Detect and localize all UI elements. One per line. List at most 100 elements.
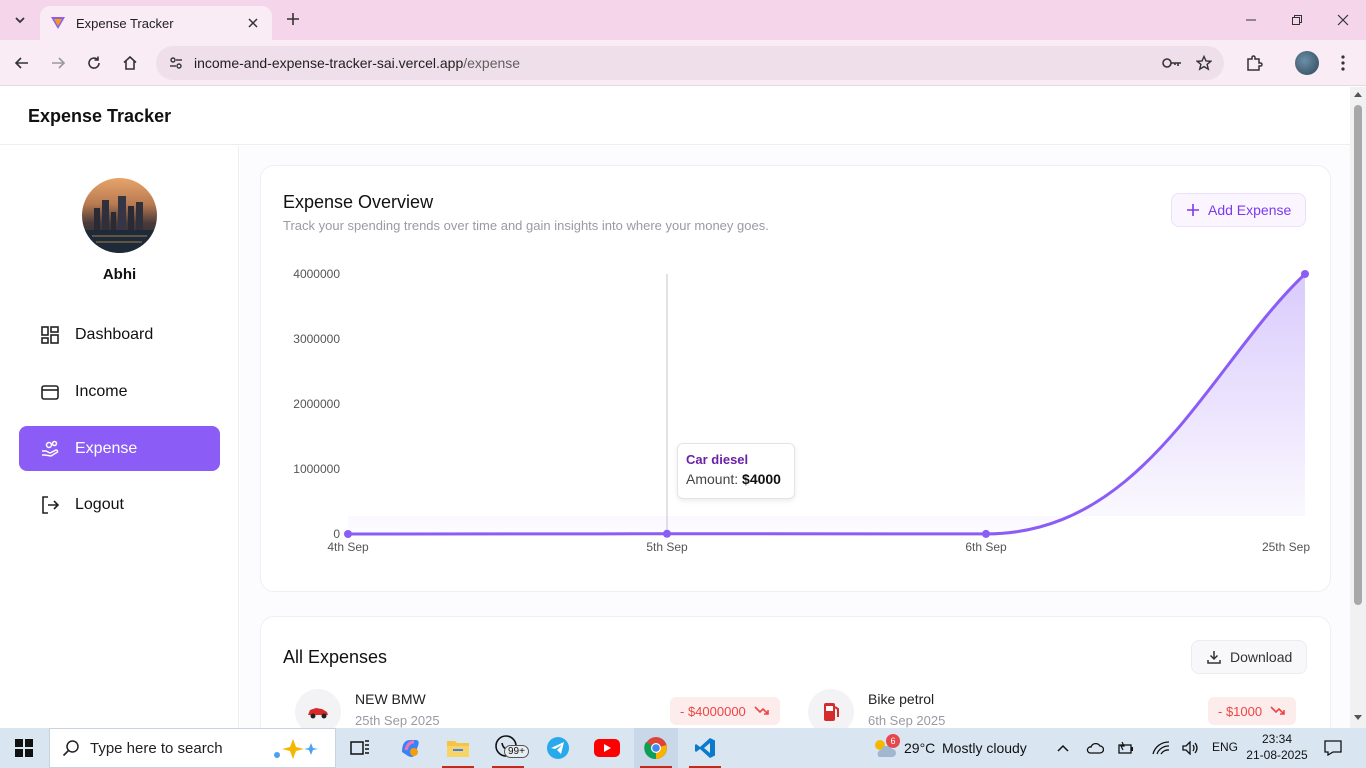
volume-icon xyxy=(1182,741,1198,755)
fuel-pump-icon xyxy=(808,689,854,728)
whatsapp-badge: 99+ xyxy=(504,745,529,758)
youtube-app[interactable] xyxy=(585,728,629,768)
reload-button[interactable] xyxy=(80,49,108,77)
tab-search-button[interactable] xyxy=(8,8,32,32)
all-expenses-title: All Expenses xyxy=(283,647,388,667)
telegram-app[interactable] xyxy=(536,728,580,768)
tray-overflow-button[interactable] xyxy=(1050,728,1076,768)
bookmark-star-icon[interactable] xyxy=(1194,53,1214,73)
telegram-icon xyxy=(547,737,569,759)
data-point[interactable] xyxy=(344,530,352,538)
x-tick-label: 6th Sep xyxy=(965,540,1007,554)
new-tab-button[interactable] xyxy=(282,8,304,30)
expense-item[interactable]: NEW BMW 25th Sep 2025 - $4000000 xyxy=(295,689,785,728)
app-title: Expense Tracker xyxy=(28,106,172,126)
task-view-button[interactable] xyxy=(338,728,382,768)
y-tick-label: 4000000 xyxy=(293,267,340,281)
onedrive-tray[interactable] xyxy=(1082,728,1108,768)
file-explorer-app[interactable] xyxy=(436,728,480,768)
expense-name: NEW BMW xyxy=(355,691,426,707)
download-button[interactable]: Download xyxy=(1191,640,1308,674)
sidebar-item-income[interactable]: Income xyxy=(19,369,220,414)
start-button[interactable] xyxy=(0,728,48,768)
browser-toolbar: income-and-expense-tracker-sai.vercel.ap… xyxy=(0,40,1366,86)
chevron-down-icon xyxy=(15,17,25,24)
restore-button[interactable] xyxy=(1274,0,1320,40)
wifi-icon xyxy=(1152,741,1170,755)
vscode-icon xyxy=(695,738,715,758)
search-highlight-icon xyxy=(274,739,318,759)
language-indicator[interactable]: ENG xyxy=(1212,740,1238,754)
weather-widget-icon[interactable]: 6 xyxy=(862,728,906,768)
weather-badge: 6 xyxy=(886,734,900,748)
clock[interactable]: 23:34 21-08-2025 xyxy=(1242,731,1312,763)
data-point[interactable] xyxy=(982,529,990,538)
taskbar-search-input[interactable]: Type here to search xyxy=(49,728,336,768)
browser-menu-button[interactable] xyxy=(1330,50,1356,76)
close-icon xyxy=(248,18,258,28)
expense-item[interactable]: Bike petrol 6th Sep 2025 - $1000 xyxy=(808,689,1298,728)
window-close-button[interactable] xyxy=(1320,0,1366,40)
chrome-app[interactable] xyxy=(634,728,678,768)
extensions-button[interactable] xyxy=(1241,50,1267,76)
tab-close-button[interactable] xyxy=(244,14,262,32)
copilot-icon xyxy=(402,740,419,757)
profile-avatar[interactable] xyxy=(1295,51,1319,75)
volume-tray[interactable] xyxy=(1178,728,1204,768)
y-tick-label: 3000000 xyxy=(293,332,340,346)
password-key-icon[interactable] xyxy=(1162,53,1182,73)
scroll-down-icon[interactable] xyxy=(1354,715,1362,721)
search-icon xyxy=(62,740,79,757)
tune-icon xyxy=(170,57,182,69)
notifications-button[interactable] xyxy=(1318,728,1348,768)
browser-tab-active[interactable]: Expense Tracker xyxy=(40,6,272,40)
clock-date: 21-08-2025 xyxy=(1246,748,1308,762)
browser-tab-strip: Expense Tracker xyxy=(0,0,1366,40)
wallet-icon xyxy=(39,381,61,403)
tooltip-amount: Amount: $4000 xyxy=(686,471,781,487)
sidebar: Abhi Dashboard Income Expense Logout xyxy=(0,146,239,728)
windows-logo-icon xyxy=(15,739,33,757)
data-point[interactable] xyxy=(1301,270,1309,278)
battery-tray[interactable] xyxy=(1114,728,1140,768)
scroll-up-icon[interactable] xyxy=(1354,91,1362,97)
home-button[interactable] xyxy=(116,49,144,77)
page-scrollbar[interactable] xyxy=(1350,87,1366,728)
search-placeholder: Type here to search xyxy=(90,739,223,757)
minimize-button[interactable] xyxy=(1228,0,1274,40)
chart-tooltip: Car diesel Amount: $4000 xyxy=(677,443,795,499)
logout-icon xyxy=(39,494,61,516)
tooltip-title: Car diesel xyxy=(686,452,749,467)
weather-temp[interactable]: 29°C xyxy=(904,740,935,756)
wifi-tray[interactable] xyxy=(1148,728,1174,768)
x-tick-label: 25th Sep xyxy=(1262,540,1310,554)
dashboard-icon xyxy=(39,324,61,346)
site-info-button[interactable] xyxy=(166,53,186,73)
all-expenses-card: All Expenses Download NEW BMW 25th Sep 2… xyxy=(260,616,1331,728)
forward-button[interactable] xyxy=(44,49,72,77)
sidebar-item-label: Dashboard xyxy=(75,325,154,343)
scroll-thumb[interactable] xyxy=(1354,105,1362,605)
sidebar-item-dashboard[interactable]: Dashboard xyxy=(19,312,220,357)
sidebar-item-label: Expense xyxy=(75,439,138,457)
download-icon xyxy=(1206,649,1222,665)
y-tick-label: 2000000 xyxy=(293,397,340,411)
windows-taskbar: Type here to search 99+ 6 29°C Mostly cl… xyxy=(0,728,1366,768)
address-bar[interactable]: income-and-expense-tracker-sai.vercel.ap… xyxy=(156,46,1224,80)
puzzle-icon xyxy=(1247,55,1263,71)
sidebar-item-expense[interactable]: Expense xyxy=(19,426,220,471)
trending-down-icon xyxy=(754,705,770,717)
back-button[interactable] xyxy=(8,49,36,77)
folder-icon xyxy=(447,741,469,757)
trending-down-icon xyxy=(1270,705,1286,717)
task-view-icon xyxy=(350,740,369,755)
arrow-right-icon xyxy=(52,57,66,69)
vscode-app[interactable] xyxy=(683,728,727,768)
copilot-app[interactable] xyxy=(388,728,432,768)
weather-description[interactable]: Mostly cloudy xyxy=(942,740,1027,756)
sidebar-item-logout[interactable]: Logout xyxy=(19,482,220,527)
whatsapp-app[interactable]: 99+ xyxy=(486,728,530,768)
user-avatar xyxy=(82,178,157,253)
data-point[interactable] xyxy=(663,529,671,538)
app-header: Expense Tracker xyxy=(0,87,1350,145)
